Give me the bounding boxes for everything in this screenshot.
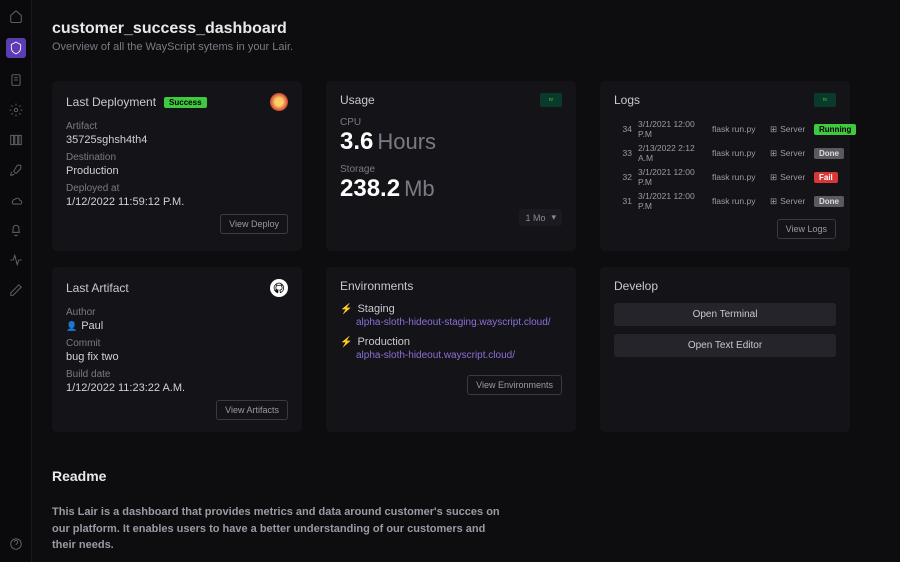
view-artifacts-button[interactable]: View Artifacts: [216, 400, 288, 420]
main-content: customer_success_dashboard Overview of a…: [32, 0, 900, 562]
readme-body: This Lair is a dashboard that provides m…: [52, 504, 502, 554]
deployment-title: Last Deployment: [66, 95, 156, 109]
chevron-down-icon: ▾: [551, 212, 556, 223]
destination-value: Production: [66, 165, 288, 177]
cpu-unit: Hours: [377, 129, 436, 154]
file-icon[interactable]: [8, 72, 24, 88]
env-item: ⚡ Staging alpha-sloth-hideout-staging.way…: [340, 303, 562, 328]
cpu-label: CPU: [340, 117, 562, 128]
logs-title: Logs: [614, 93, 640, 107]
log-location: ⊞Server: [770, 124, 808, 135]
log-file: flask run.py: [712, 172, 764, 182]
avatar-icon: [270, 93, 288, 111]
log-row[interactable]: 33 2/13/2022 2:12 A.M flask run.py ⊞Serv…: [614, 141, 836, 165]
server-icon: ⊞: [770, 172, 777, 183]
server-icon: ⊞: [770, 148, 777, 159]
period-select[interactable]: 1 Mo▾: [519, 209, 562, 226]
log-id: 32: [614, 172, 632, 182]
storage-unit: Mb: [404, 176, 435, 201]
log-file: flask run.py: [712, 196, 764, 206]
activity-icon[interactable]: [8, 252, 24, 268]
open-editor-button[interactable]: Open Text Editor: [614, 334, 836, 357]
view-environments-button[interactable]: View Environments: [467, 375, 562, 395]
artifact-title: Last Artifact: [66, 281, 129, 295]
commit-label: Commit: [66, 338, 288, 349]
edit-icon[interactable]: [8, 282, 24, 298]
deployed-at-value: 1/12/2022 11:59:12 P.M.: [66, 196, 288, 208]
env-name: Staging: [357, 303, 394, 315]
env-item: ⚡ Production alpha-sloth-hideout.wayscrip…: [340, 336, 562, 361]
env-url[interactable]: alpha-sloth-hideout.wayscript.cloud/: [356, 350, 562, 361]
log-location: ⊞Server: [770, 196, 808, 207]
env-url[interactable]: alpha-sloth-hideout-staging.wayscript.cl…: [356, 317, 562, 328]
dashboard-icon[interactable]: [6, 38, 26, 58]
storage-label: Storage: [340, 164, 562, 175]
commit-value: bug fix two: [66, 351, 288, 363]
github-icon: [270, 279, 288, 297]
card-artifact: Last Artifact Author 👤Paul Commit bug fi…: [52, 267, 302, 432]
log-location: ⊞Server: [770, 172, 808, 183]
view-logs-button[interactable]: View Logs: [777, 219, 836, 239]
author-value: 👤Paul: [66, 320, 288, 332]
card-deployment: Last Deployment Success Artifact 35725sg…: [52, 81, 302, 251]
help-icon[interactable]: [8, 536, 24, 552]
log-location: ⊞Server: [770, 148, 808, 159]
log-status-badge: Fail: [814, 172, 838, 183]
page-subtitle: Overview of all the WayScript sytems in …: [52, 41, 870, 53]
open-terminal-button[interactable]: Open Terminal: [614, 303, 836, 326]
cpu-value: 3.6: [340, 128, 373, 155]
env-name: Production: [357, 336, 410, 348]
log-status-badge: Done: [814, 196, 844, 207]
rocket-icon: ⚡: [340, 337, 352, 348]
card-environments: Environments ⚡ Staging alpha-sloth-hideou…: [326, 267, 576, 432]
artifact-label: Artifact: [66, 121, 288, 132]
newrelic-icon: nr: [540, 93, 562, 107]
log-id: 31: [614, 196, 632, 206]
server-icon: ⊞: [770, 196, 777, 207]
card-develop: Develop Open Terminal Open Text Editor: [600, 267, 850, 432]
log-time: 3/1/2021 12:00 P.M: [638, 167, 706, 187]
bell-icon[interactable]: [8, 222, 24, 238]
log-file: flask run.py: [712, 148, 764, 158]
log-time: 2/13/2022 2:12 A.M: [638, 143, 706, 163]
log-row[interactable]: 34 3/1/2021 12:00 P.M flask run.py ⊞Serv…: [614, 117, 836, 141]
log-id: 34: [614, 124, 632, 134]
cloud-icon[interactable]: [8, 192, 24, 208]
build-value: 1/12/2022 11:23:22 A.M.: [66, 382, 288, 394]
readme-title: Readme: [52, 468, 870, 484]
develop-title: Develop: [614, 279, 658, 293]
columns-icon[interactable]: [8, 132, 24, 148]
card-usage: Usage nr CPU 3.6Hours Storage 238.2Mb 1 …: [326, 81, 576, 251]
usage-title: Usage: [340, 93, 375, 107]
rocket-icon[interactable]: [8, 162, 24, 178]
artifact-value: 35725sghsh4th4: [66, 134, 288, 146]
gear-icon[interactable]: [8, 102, 24, 118]
card-logs: Logs nr 34 3/1/2021 12:00 P.M flask run.…: [600, 81, 850, 251]
environments-title: Environments: [340, 279, 413, 293]
log-status-badge: Running: [814, 124, 856, 135]
deployed-at-label: Deployed at: [66, 183, 288, 194]
destination-label: Destination: [66, 152, 288, 163]
log-row[interactable]: 32 3/1/2021 12:00 P.M flask run.py ⊞Serv…: [614, 165, 836, 189]
home-icon[interactable]: [8, 8, 24, 24]
view-deploy-button[interactable]: View Deploy: [220, 214, 288, 234]
deployment-status-badge: Success: [164, 97, 206, 108]
author-label: Author: [66, 307, 288, 318]
page-title: customer_success_dashboard: [52, 20, 870, 38]
build-label: Build date: [66, 369, 288, 380]
log-id: 33: [614, 148, 632, 158]
log-time: 3/1/2021 12:00 P.M: [638, 191, 706, 211]
newrelic-icon: nr: [814, 93, 836, 107]
sidebar: [0, 0, 32, 562]
user-icon: 👤: [66, 321, 77, 331]
log-row[interactable]: 31 3/1/2021 12:00 P.M flask run.py ⊞Serv…: [614, 189, 836, 213]
log-status-badge: Done: [814, 148, 844, 159]
log-time: 3/1/2021 12:00 P.M: [638, 119, 706, 139]
storage-value: 238.2: [340, 175, 400, 202]
server-icon: ⊞: [770, 124, 777, 135]
rocket-icon: ⚡: [340, 304, 352, 315]
log-file: flask run.py: [712, 124, 764, 134]
